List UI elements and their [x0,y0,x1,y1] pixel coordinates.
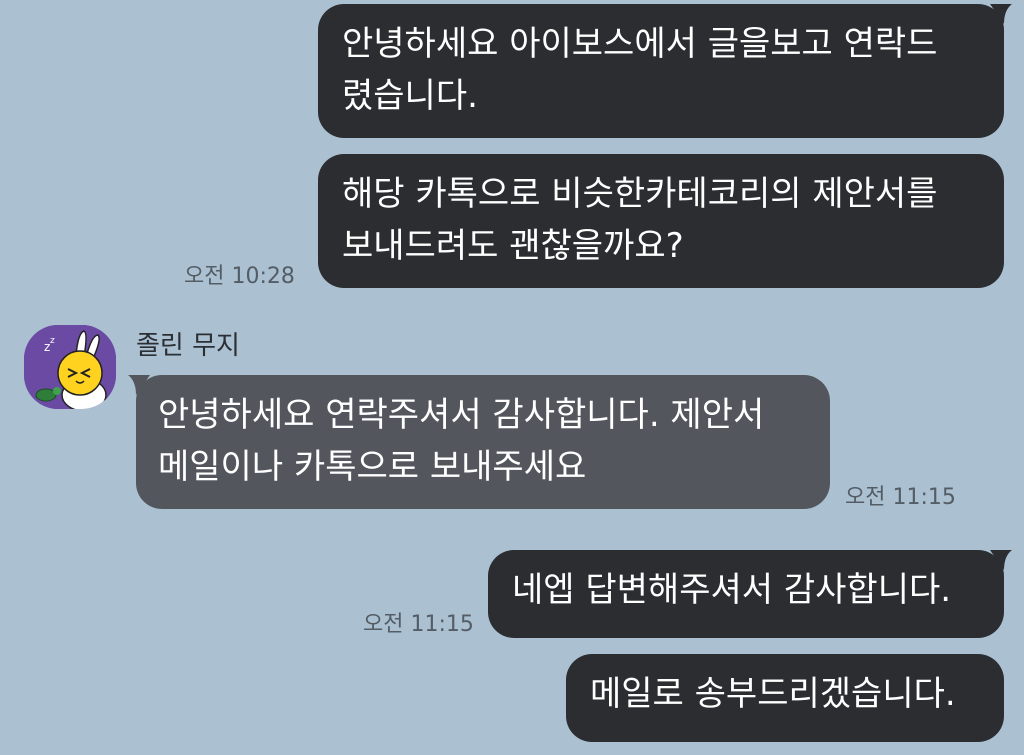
message-bubble-sent[interactable]: 메일로 송부드리겠습니다. [566,654,1004,742]
bubble-tail-icon [990,550,1012,570]
avatar[interactable]: z z [24,325,116,409]
message-text: 안녕하세요 아이보스에서 글을보고 연락드 [342,24,938,64]
message-bubble-sent[interactable]: 해당 카톡으로 비슷한카테코리의 제안서를 보내드려도 괜찮을까요? [318,154,1004,288]
message-text: 메일로 송부드리겠습니다. [590,674,956,714]
sleepy-muzi-avatar-icon: z z [24,325,116,409]
message-bubble-received[interactable]: 안녕하세요 연락주셔서 감사합니다. 제안서 메일이나 카톡으로 보내주세요 [136,375,830,509]
message-text: 네엡 답변해주셔서 감사합니다. [512,570,952,610]
sender-name: 졸린 무지 [136,331,240,361]
message-timestamp: 오전 11:15 [363,612,474,637]
message-bubble-sent[interactable]: 안녕하세요 아이보스에서 글을보고 연락드 렸습니다. [318,4,1004,138]
message-text: 보내드려도 괜찮을까요? [342,226,684,266]
bubble-tail-icon [990,4,1012,24]
message-text: 메일이나 카톡으로 보내주세요 [158,447,587,487]
message-bubble-sent[interactable]: 네엡 답변해주셔서 감사합니다. [488,550,1004,638]
message-text: 렸습니다. [342,76,478,116]
message-text: 해당 카톡으로 비슷한카테코리의 제안서를 [342,174,938,214]
message-text: 안녕하세요 연락주셔서 감사합니다. 제안서 [158,395,765,435]
svg-text:z: z [50,336,55,346]
bubble-tail-icon [128,375,150,395]
message-timestamp: 오전 11:15 [845,485,956,510]
message-timestamp: 오전 10:28 [184,264,295,289]
